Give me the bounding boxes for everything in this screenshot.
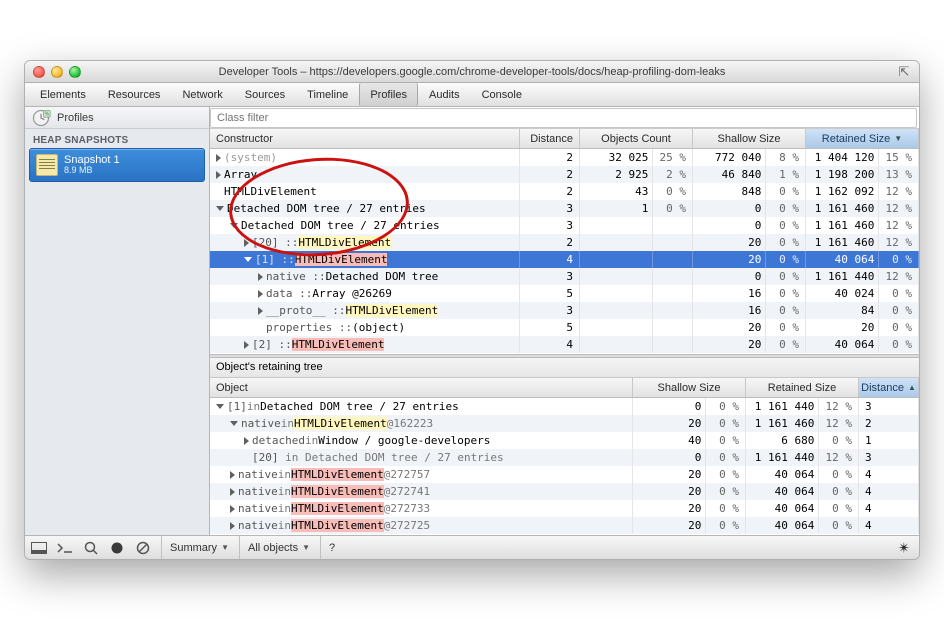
sidebar-section-label: HEAP SNAPSHOTS xyxy=(25,129,209,148)
th-object[interactable]: Object xyxy=(210,378,633,397)
tab-console[interactable]: Console xyxy=(471,83,533,106)
sidebar-title: Profiles xyxy=(57,112,94,124)
view-select[interactable]: Summary▼ xyxy=(161,536,229,560)
th-retained-size[interactable]: Retained Size▼ xyxy=(806,129,919,148)
th-retained-bottom[interactable]: Retained Size xyxy=(746,378,859,397)
statusbar: Summary▼ All objects▼ ? ✴ xyxy=(25,535,919,559)
snapshot-size: 8.9 MB xyxy=(64,166,120,176)
table-row[interactable]: [1] in Detached DOM tree / 27 entries 00… xyxy=(210,398,919,415)
dock-icon[interactable] xyxy=(31,540,47,556)
table-row[interactable]: data :: Array @26269 5 160 % 40 0240 % xyxy=(210,285,919,302)
sort-asc-icon: ▲ xyxy=(908,383,916,392)
snapshot-text: Snapshot 1 8.9 MB xyxy=(64,154,120,176)
class-filter-input[interactable] xyxy=(210,108,917,128)
snapshot-item[interactable]: Snapshot 1 8.9 MB xyxy=(29,148,205,182)
table-row[interactable]: Array 2 2 9252 % 46 8401 % 1 198 20013 % xyxy=(210,166,919,183)
th-distance-bottom[interactable]: Distance▲ xyxy=(859,378,919,397)
close-button[interactable] xyxy=(33,66,45,78)
th-shallow-bottom[interactable]: Shallow Size xyxy=(633,378,746,397)
table-row[interactable]: Detached DOM tree / 27 entries 3 10 % 00… xyxy=(210,200,919,217)
minimize-button[interactable] xyxy=(51,66,63,78)
chevron-down-icon: ▼ xyxy=(302,543,310,552)
window-title: Developer Tools – https://developers.goo… xyxy=(25,66,919,78)
filter-select[interactable]: All objects▼ xyxy=(239,536,310,560)
table-row[interactable]: detached in Window / google-developers 4… xyxy=(210,432,919,449)
content-area: % Profiles HEAP SNAPSHOTS Snapshot 1 8.9… xyxy=(25,107,919,535)
tab-resources[interactable]: Resources xyxy=(97,83,172,106)
settings-gear-icon[interactable]: ✴ xyxy=(895,539,913,557)
help-button[interactable]: ? xyxy=(320,536,335,560)
table-row[interactable]: properties :: (object) 5 200 % 200 % xyxy=(210,319,919,336)
zoom-button[interactable] xyxy=(69,66,81,78)
sort-desc-icon: ▼ xyxy=(894,134,902,143)
constructors-table-body[interactable]: (system) 2 32 02525 % 772 0408 % 1 404 1… xyxy=(210,149,919,354)
table-row[interactable]: [20] :: HTMLDivElement 2 200 % 1 161 460… xyxy=(210,234,919,251)
table-row[interactable]: [2] :: HTMLDivElement 4 200 % 40 0640 % xyxy=(210,336,919,353)
table-row[interactable]: __proto__ :: HTMLDivElement 3 160 % 840 … xyxy=(210,302,919,319)
titlebar: Developer Tools – https://developers.goo… xyxy=(25,61,919,83)
tab-audits[interactable]: Audits xyxy=(418,83,471,106)
table-row[interactable]: native in HTMLDivElement @162223 200 % 1… xyxy=(210,415,919,432)
table-row[interactable]: (system) 2 32 02525 % 772 0408 % 1 404 1… xyxy=(210,149,919,166)
table-row[interactable]: native in HTMLDivElement @272733 200 % 4… xyxy=(210,500,919,517)
retaining-table-body[interactable]: [1] in Detached DOM tree / 27 entries 00… xyxy=(210,398,919,535)
chevron-down-icon: ▼ xyxy=(221,543,229,552)
table-row[interactable]: native in HTMLDivElement @272757 200 % 4… xyxy=(210,466,919,483)
panel-toolbar: Elements Resources Network Sources Timel… xyxy=(25,83,919,107)
tab-profiles[interactable]: Profiles xyxy=(359,83,418,106)
popout-icon[interactable]: ⇱ xyxy=(897,65,911,79)
tab-timeline[interactable]: Timeline xyxy=(296,83,359,106)
retaining-table-header: Object Shallow Size Retained Size Distan… xyxy=(210,378,919,398)
th-objects-count[interactable]: Objects Count xyxy=(580,129,693,148)
table-row[interactable]: HTMLDivElement 2 430 % 8480 % 1 162 0921… xyxy=(210,183,919,200)
tab-elements[interactable]: Elements xyxy=(29,83,97,106)
table-row[interactable]: native in HTMLDivElement @272741 200 % 4… xyxy=(210,483,919,500)
retaining-tree-label: Object's retaining tree xyxy=(210,358,919,378)
th-constructor[interactable]: Constructor xyxy=(210,129,520,148)
snapshot-icon xyxy=(36,154,58,176)
filter-row xyxy=(210,107,919,129)
clear-icon[interactable] xyxy=(135,540,151,556)
main-panel: Constructor Distance Objects Count Shall… xyxy=(210,107,919,535)
console-icon[interactable] xyxy=(57,540,73,556)
table-row[interactable]: native in HTMLDivElement @272725 200 % 4… xyxy=(210,517,919,534)
sidebar-header: % Profiles xyxy=(25,107,209,129)
th-distance[interactable]: Distance xyxy=(520,129,580,148)
th-shallow-size[interactable]: Shallow Size xyxy=(693,129,806,148)
search-icon[interactable] xyxy=(83,540,99,556)
record-icon[interactable] xyxy=(109,540,125,556)
table-row[interactable]: native :: Detached DOM tree 3 00 % 1 161… xyxy=(210,268,919,285)
profiles-icon: % xyxy=(31,108,51,128)
tab-sources[interactable]: Sources xyxy=(234,83,296,106)
table-row[interactable]: Detached DOM tree / 27 entries 3 00 % 1 … xyxy=(210,217,919,234)
svg-text:%: % xyxy=(45,111,50,117)
tab-network[interactable]: Network xyxy=(171,83,233,106)
constructors-table-header: Constructor Distance Objects Count Shall… xyxy=(210,129,919,149)
table-row[interactable]: [20] in Detached DOM tree / 27 entries 0… xyxy=(210,449,919,466)
table-row[interactable]: [1] :: HTMLDivElement 4 200 % 40 0640 % xyxy=(210,251,919,268)
devtools-window: Developer Tools – https://developers.goo… xyxy=(24,60,920,560)
profiles-sidebar: % Profiles HEAP SNAPSHOTS Snapshot 1 8.9… xyxy=(25,107,210,535)
